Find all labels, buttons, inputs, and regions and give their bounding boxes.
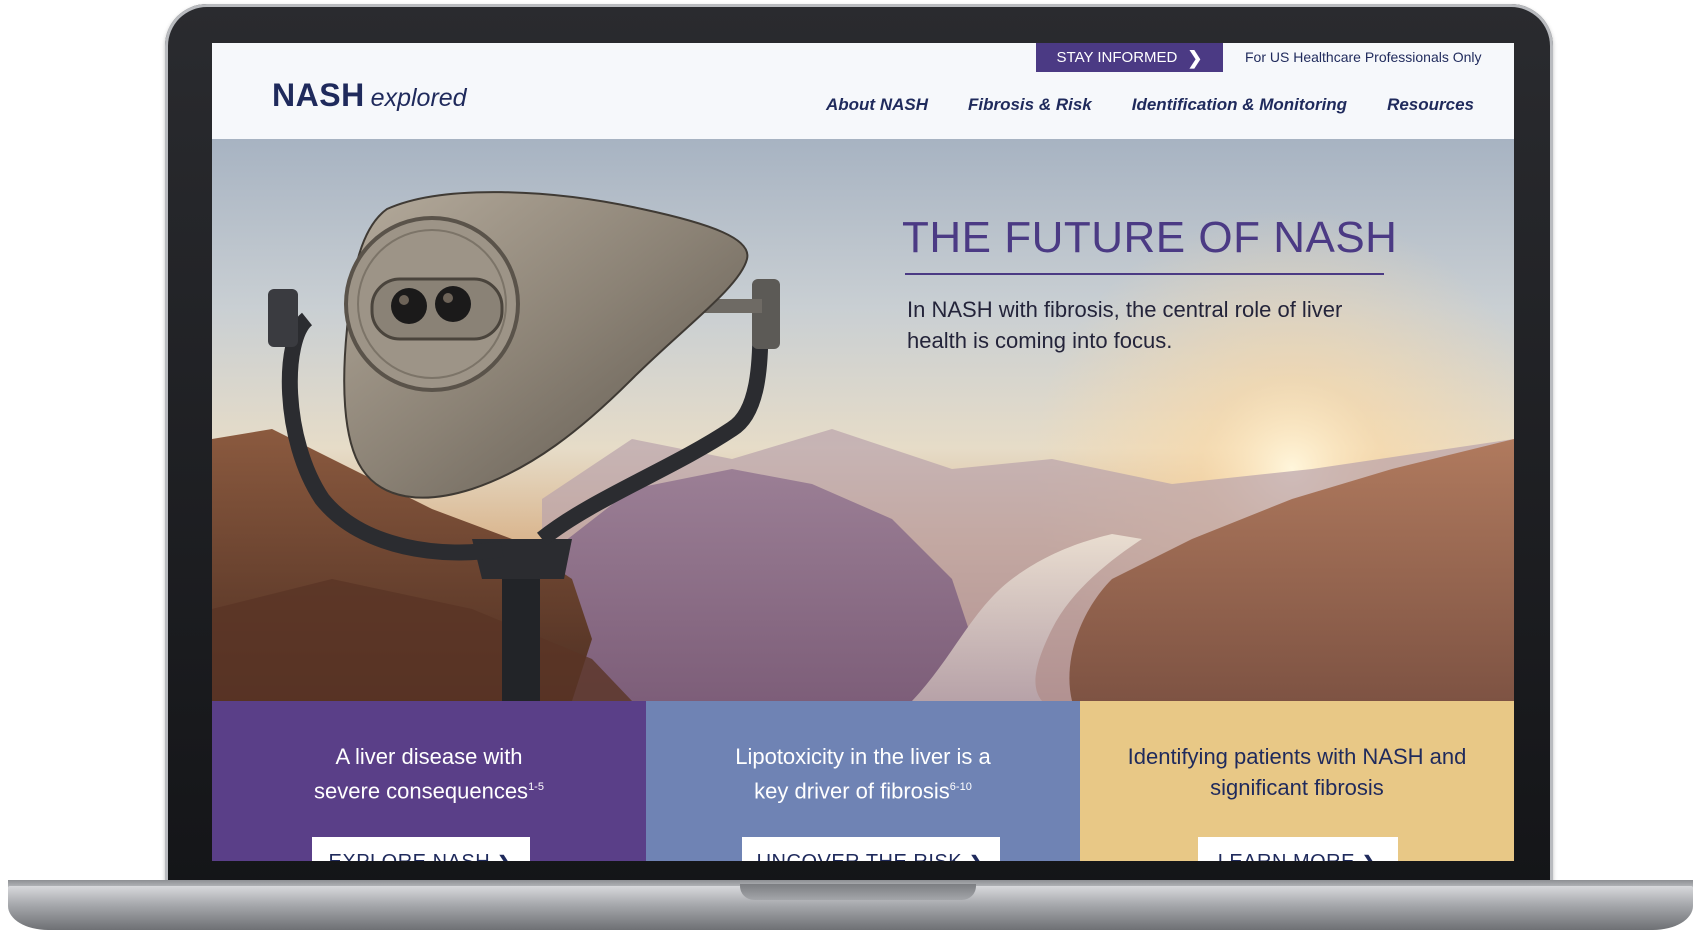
laptop-notch: [740, 884, 976, 900]
card-identifying-patients-text: Identifying patients with NASH and signi…: [1080, 741, 1514, 803]
card-liver-disease: A liver disease with severe consequences…: [212, 701, 646, 861]
card-identifying-patients: Identifying patients with NASH and signi…: [1080, 701, 1514, 861]
learn-more-label: LEARN MORE: [1218, 851, 1355, 861]
stay-informed-button[interactable]: STAY INFORMED ❯: [1036, 43, 1223, 72]
card-liver-disease-reference: 1-5: [528, 781, 544, 793]
learn-more-button[interactable]: LEARN MORE ❯: [1198, 837, 1398, 861]
main-nav: About NASH Fibrosis & Risk Identificatio…: [826, 95, 1474, 115]
feature-cards: A liver disease with severe consequences…: [212, 701, 1514, 861]
hero-banner: THE FUTURE OF NASH In NASH with fibrosis…: [212, 139, 1514, 701]
laptop-screen: NASH explored STAY INFORMED ❯ For US Heal…: [212, 43, 1514, 861]
nav-fibrosis-risk[interactable]: Fibrosis & Risk: [968, 95, 1092, 115]
chevron-right-icon: ❯: [496, 851, 513, 861]
card-liver-disease-text: A liver disease with severe consequences…: [212, 741, 646, 806]
explore-nash-button[interactable]: EXPLORE NASH ❯: [312, 837, 530, 861]
logo-italic-text: explored: [370, 84, 467, 112]
hero-title: THE FUTURE OF NASH: [902, 213, 1398, 262]
hero-divider: [905, 273, 1384, 275]
card-lipotoxicity: Lipotoxicity in the liver is a key drive…: [646, 701, 1080, 861]
card-lipotoxicity-text: Lipotoxicity in the liver is a key drive…: [646, 741, 1080, 806]
logo-bold-text: NASH: [272, 77, 365, 113]
hcp-notice: For US Healthcare Professionals Only: [1245, 49, 1482, 65]
nav-resources[interactable]: Resources: [1387, 95, 1474, 115]
site-header: NASH explored STAY INFORMED ❯ For US Heal…: [212, 43, 1514, 139]
nav-identification-monitoring[interactable]: Identification & Monitoring: [1132, 95, 1347, 115]
card-liver-disease-heading: A liver disease with severe consequences: [314, 744, 529, 804]
chevron-right-icon: ❯: [1187, 47, 1203, 68]
card-lipotoxicity-reference: 6-10: [949, 781, 972, 793]
chevron-right-icon: ❯: [1361, 851, 1378, 861]
card-lipotoxicity-heading: Lipotoxicity in the liver is a key drive…: [735, 744, 991, 804]
hero-subtitle: In NASH with fibrosis, the central role …: [907, 297, 1343, 353]
card-identifying-patients-heading: Identifying patients with NASH and signi…: [1127, 744, 1467, 800]
uncover-risk-label: UNCOVER THE RISK: [757, 851, 962, 861]
explore-nash-label: EXPLORE NASH: [329, 851, 491, 861]
uncover-risk-button[interactable]: UNCOVER THE RISK ❯: [742, 837, 1000, 861]
stay-informed-label: STAY INFORMED: [1056, 49, 1178, 66]
chevron-right-icon: ❯: [968, 851, 985, 861]
nav-about-nash[interactable]: About NASH: [826, 95, 928, 115]
site-logo[interactable]: NASH explored: [272, 77, 467, 114]
